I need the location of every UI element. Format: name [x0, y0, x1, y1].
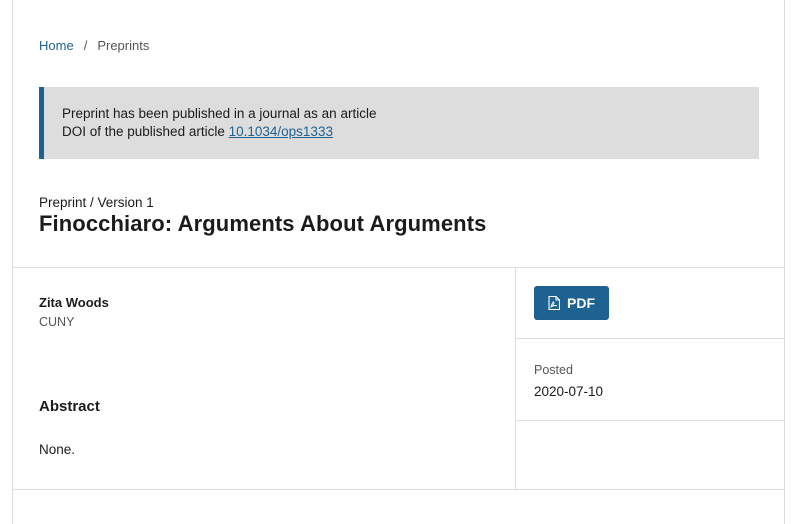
- divider-right-2: [516, 420, 784, 421]
- notice-doi-label: DOI of the published article: [62, 124, 225, 139]
- page-title: Finocchiaro: Arguments About Arguments: [39, 211, 487, 236]
- abstract-text: None.: [39, 442, 76, 457]
- version-label: Preprint / Version 1: [39, 195, 154, 210]
- pdf-download-button[interactable]: PDF: [534, 286, 609, 320]
- posted-date: 2020-07-10: [534, 384, 604, 399]
- breadcrumb: Home / Preprints: [39, 38, 149, 53]
- published-notice: Preprint has been published in a journal…: [39, 87, 759, 159]
- notice-published-text: Preprint has been published in a journal…: [62, 106, 377, 121]
- column-divider: [515, 268, 516, 489]
- divider-top: [13, 267, 784, 268]
- page-container: Home / Preprints Preprint has been publish…: [12, 0, 785, 524]
- doi-link[interactable]: 10.1034/ops1333: [229, 124, 333, 139]
- file-pdf-icon: [548, 295, 561, 311]
- posted-label: Posted: [534, 363, 573, 377]
- breadcrumb-separator: /: [83, 38, 88, 53]
- abstract-heading: Abstract: [39, 398, 100, 415]
- pdf-button-label: PDF: [567, 295, 595, 311]
- author-affiliation: CUNY: [39, 315, 75, 329]
- breadcrumb-current: Preprints: [97, 38, 150, 53]
- divider-bottom: [13, 489, 784, 490]
- author-name: Zita Woods: [39, 295, 109, 310]
- notice-doi-line: DOI of the published article 10.1034/ops…: [62, 123, 759, 141]
- breadcrumb-home-link[interactable]: Home: [39, 38, 74, 53]
- divider-right-1: [516, 338, 784, 339]
